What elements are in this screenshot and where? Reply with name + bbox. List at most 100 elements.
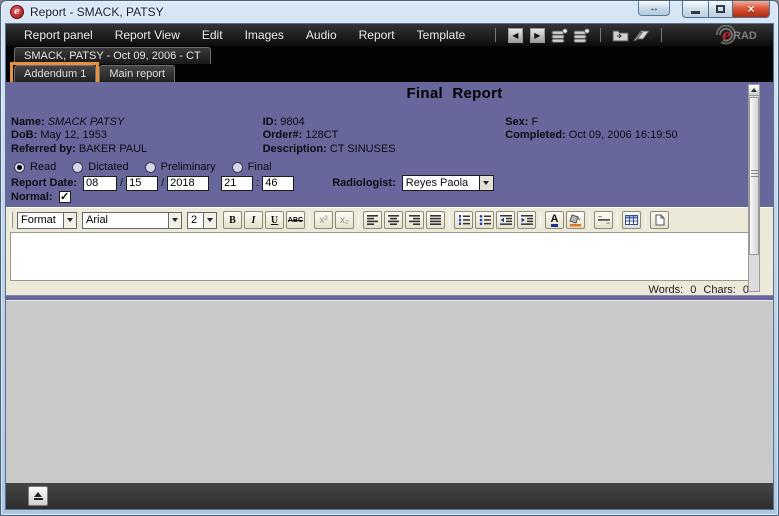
eject-icon [34,492,42,497]
outdent-icon[interactable] [496,211,515,229]
name-value: SMACK PATSY [48,116,125,128]
font-color-button[interactable]: A [545,211,564,229]
close-button[interactable]: × [733,1,770,18]
radio-preliminary[interactable]: Preliminary [145,161,216,173]
toolbar-separator [617,212,618,228]
radiologist-select[interactable]: Reyes Paola [402,175,494,191]
book-icon[interactable] [633,27,651,43]
align-justify-icon[interactable] [426,211,445,229]
radio-preliminary-icon[interactable] [145,162,156,173]
open-folder-icon[interactable] [611,27,629,43]
tab-addendum-1[interactable]: Addendum 1 [14,65,96,82]
window-title: Report - SMACK, PATSY [30,5,164,19]
words-label: Words: [649,284,684,296]
toolbar-grip[interactable] [10,212,13,228]
format-value: Format [18,214,63,226]
disk-stack-arrow-icon[interactable] [572,27,590,43]
radio-read[interactable]: Read [14,161,56,173]
report-text-area[interactable] [10,232,749,281]
disk-stack-icon[interactable] [550,27,568,43]
font-color-letter: A [551,214,559,227]
chars-label: Chars: [703,284,735,296]
chevron-down-icon[interactable] [203,213,216,228]
menu-report-view[interactable]: Report View [115,28,180,42]
time-minute-input[interactable] [262,176,294,191]
menu-template[interactable]: Template [417,28,466,42]
report-date-label: Report Date: [11,177,77,189]
chevron-down-icon[interactable] [63,213,76,228]
subscript-button[interactable]: x₂ [335,211,354,229]
status-radio-group: Read Dictated Preliminary Final [14,161,288,173]
menu-report-panel[interactable]: Report panel [24,28,93,42]
radio-dictated[interactable]: Dictated [72,161,128,173]
sex-label: Sex: [505,116,528,128]
time-separator: : [256,177,259,189]
restore-size-button[interactable]: ↔ [638,1,670,16]
toolbar-separator [600,28,601,42]
dob-value: May 12, 1953 [40,129,107,141]
arrow-right-icon[interactable]: ▶ [528,27,546,43]
order-value: 128CT [305,129,338,141]
scrollbar-thumb[interactable] [749,97,759,255]
id-label: ID: [263,116,278,128]
normal-checkbox[interactable]: ✓ [59,191,71,203]
strikethrough-button[interactable]: ABC [286,211,305,229]
toolbar-separator [589,212,590,228]
font-select[interactable]: Arial [82,212,182,229]
unordered-list-icon[interactable] [475,211,494,229]
erad-logo: e RAD [695,25,767,45]
bold-button[interactable]: B [223,211,242,229]
toolbar-separator [540,212,541,228]
report-header-panel: Final Report Name: SMACK PATSY DoB: May … [6,82,773,207]
title-bar[interactable]: e Report - SMACK, PATSY ↔ × [1,1,778,23]
align-center-icon[interactable] [384,211,403,229]
minimize-button[interactable] [682,1,708,18]
format-select[interactable]: Format [17,212,77,229]
toolbar-separator [309,212,310,228]
toolbar-separator [661,28,662,42]
align-left-icon[interactable] [363,211,382,229]
report-editor: Format Arial 2 B I U ABC [6,207,773,295]
date-day-input[interactable] [126,176,158,191]
study-tab-row: SMACK, PATSY - Oct 09, 2006 - CT [6,46,773,64]
arrow-left-icon[interactable]: ◀ [506,27,524,43]
radio-read-icon[interactable] [14,162,25,173]
size-select[interactable]: 2 [187,212,217,229]
radio-final[interactable]: Final [232,161,272,173]
report-heading: Final Report [6,82,773,102]
italic-button[interactable]: I [244,211,263,229]
menu-edit[interactable]: Edit [202,28,223,42]
report-date-row: Report Date: / / : Radiologist: Reyes Pa… [11,175,494,191]
menu-images[interactable]: Images [245,28,284,42]
align-right-icon[interactable] [405,211,424,229]
indent-icon[interactable] [517,211,536,229]
radio-final-icon[interactable] [232,162,243,173]
horizontal-rule-icon[interactable] [594,211,613,229]
editor-status: Words: 0 Chars: 0 [10,284,749,296]
radio-final-label: Final [248,161,272,173]
chevron-down-icon[interactable] [479,176,493,190]
highlight-color-button[interactable] [566,211,585,229]
date-month-input[interactable] [83,176,117,191]
menu-audio[interactable]: Audio [306,28,337,42]
date-year-input[interactable] [167,176,209,191]
underline-button[interactable]: U [265,211,284,229]
toolbar-separator [495,28,496,42]
radio-read-label: Read [30,161,56,173]
tab-study[interactable]: SMACK, PATSY - Oct 09, 2006 - CT [14,47,211,64]
eject-panel-button[interactable] [28,486,48,506]
radio-dictated-icon[interactable] [72,162,83,173]
tab-main-report[interactable]: Main report [99,65,175,82]
chevron-down-icon[interactable] [168,213,181,228]
ordered-list-icon[interactable] [454,211,473,229]
scroll-up-icon[interactable] [749,85,759,96]
insert-table-icon[interactable] [622,211,641,229]
completed-value: Oct 09, 2006 16:19:50 [569,129,678,141]
maximize-button[interactable] [708,1,733,18]
menu-report[interactable]: Report [359,28,395,42]
id-value: 9804 [280,116,304,128]
superscript-button[interactable]: x² [314,211,333,229]
time-hour-input[interactable] [221,176,253,191]
vertical-scrollbar[interactable] [748,84,760,292]
page-source-icon[interactable] [650,211,669,229]
